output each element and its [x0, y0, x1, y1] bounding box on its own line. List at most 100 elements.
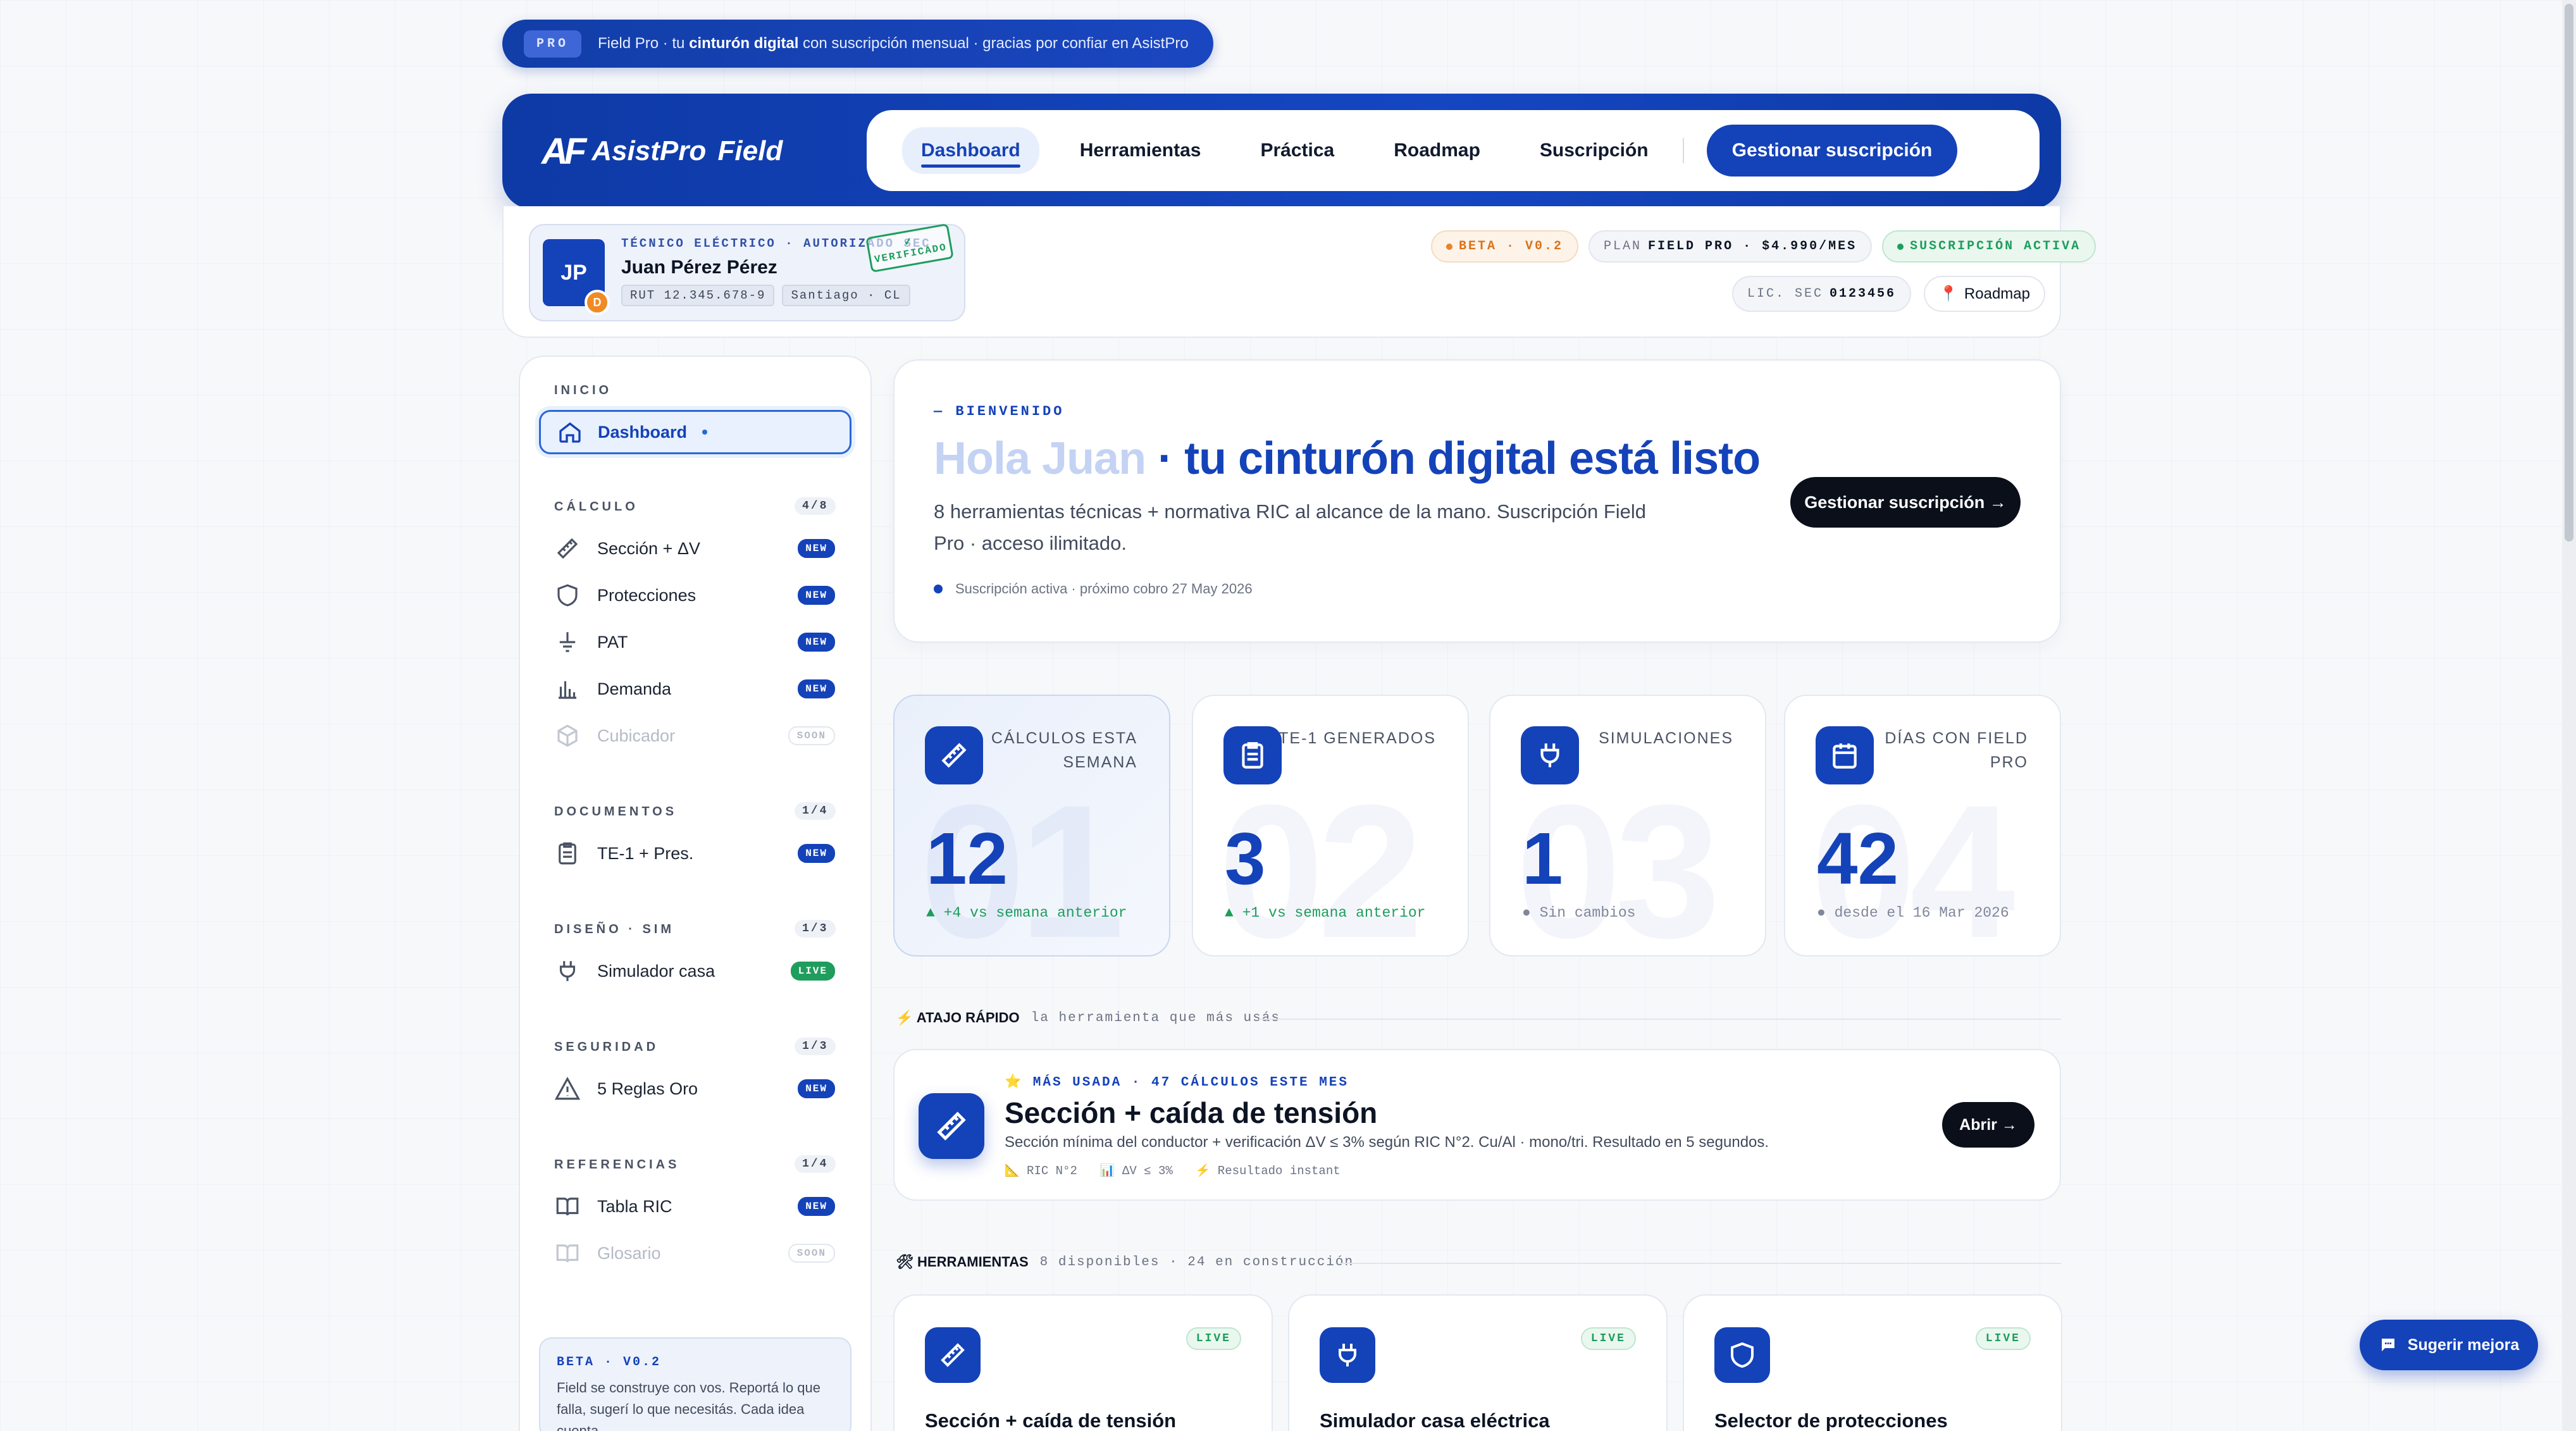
stat-value: 42 — [1817, 817, 1899, 900]
quick-description: Sección mínima del conductor + verificac… — [1005, 1134, 1769, 1151]
sidebar-section-diseno: DISEÑO · SIM — [554, 922, 675, 936]
tool-card-protecciones[interactable]: LIVE Selector de protecciones — [1683, 1294, 2062, 1431]
subscription-dot — [1897, 243, 1904, 250]
status-dot — [934, 585, 943, 593]
section-count: 4/8 — [795, 497, 836, 515]
scrollbar-thumb[interactable] — [2565, 4, 2573, 542]
user-name: Juan Pérez Pérez — [621, 257, 777, 278]
clipboard-icon — [559, 842, 576, 865]
sidebar-item-simulador[interactable]: Simulador casa LIVE — [554, 958, 835, 984]
calendar-icon — [1816, 726, 1874, 784]
nav-practica[interactable]: Práctica — [1241, 127, 1353, 174]
sidebar-item-label: Sección + ΔV — [597, 538, 700, 558]
sidebar-item-glosario: Glosario SOON — [554, 1240, 835, 1267]
tool-card-seccion[interactable]: LIVE Sección + caída de tensión — [893, 1294, 1273, 1431]
nav-roadmap[interactable]: Roadmap — [1375, 127, 1499, 174]
sidebar-item-te1[interactable]: TE-1 + Pres. NEW — [554, 840, 835, 867]
plug-icon — [1521, 726, 1579, 784]
sidebar-item-pat[interactable]: PAT NEW — [554, 629, 835, 655]
sidebar-item-label: Demanda — [597, 679, 672, 698]
new-badge: NEW — [798, 539, 835, 558]
nav-herramientas[interactable]: Herramientas — [1061, 127, 1220, 174]
shield-icon — [557, 584, 578, 607]
quick-head-title: ⚡ ATAJO RÁPIDO — [896, 1010, 1020, 1025]
home-icon — [559, 422, 581, 443]
new-badge: NEW — [798, 586, 835, 605]
hero-title: Hola Juan · tu cinturón digital está lis… — [934, 433, 1761, 484]
new-badge: NEW — [798, 1197, 835, 1216]
quick-head-sub: la herramienta que más usás — [1031, 1010, 1280, 1025]
sidebar-item-dashboard[interactable]: Dashboard — [539, 410, 851, 454]
tool-name: Simulador casa eléctrica — [1320, 1409, 1550, 1431]
brand-logo[interactable]: AF AsistPro Field — [542, 129, 783, 173]
stat-card-te1: 02 TE-1 GENERADOS 3 ▲ +1 vs semana anter… — [1192, 695, 1469, 957]
soon-badge: SOON — [788, 1244, 835, 1263]
beta-dot — [1446, 243, 1452, 250]
sidebar-item-label: Glosario — [597, 1243, 661, 1263]
sidebar-section-documentos: DOCUMENTOS — [554, 805, 678, 819]
sidebar-section-inicio: INICIO — [554, 383, 612, 397]
stat-card-calculos: 01 CÁLCULOS ESTA SEMANA 12 ▲ +4 vs seman… — [893, 695, 1170, 957]
plan-pill: PLAN FIELD PRO · $4.990/MES — [1588, 230, 1873, 263]
soon-badge: SOON — [788, 726, 835, 745]
book-icon — [556, 1198, 579, 1216]
nav-dashboard[interactable]: Dashboard — [902, 127, 1039, 174]
active-dot — [702, 430, 708, 435]
beta-title: BETA · V0.2 — [557, 1355, 662, 1370]
user-chips: RUT 12.345.678-9 Santiago · CL — [621, 285, 910, 306]
sidebar-item-label: Simulador casa — [597, 961, 715, 981]
tools-head-title: 🛠 HERRAMIENTAS — [896, 1254, 1029, 1270]
plug-icon — [559, 961, 576, 981]
stat-card-simulaciones: 03 SIMULACIONES 1 ● Sin cambios — [1489, 695, 1766, 957]
beta-text: Field se construye con vos. Reportá lo q… — [557, 1380, 821, 1431]
live-badge: LIVE — [1975, 1327, 2031, 1350]
quick-title: Sección + caída de tensión — [1005, 1096, 1378, 1129]
sidebar-item-demanda[interactable]: Demanda NEW — [554, 676, 835, 702]
roadmap-button[interactable]: 📍 Roadmap — [1924, 276, 2045, 312]
open-tool-button[interactable]: Abrir → — [1942, 1102, 2034, 1148]
sidebar-item-label: Protecciones — [597, 585, 697, 605]
status-row-2: LIC. SEC 0123456 📍 Roadmap — [1732, 276, 2045, 312]
sidebar-item-seccion[interactable]: Sección + ΔV NEW — [554, 535, 835, 562]
section-count: 1/4 — [795, 802, 836, 820]
quick-tag: 📊 ΔV ≤ 3% — [1099, 1164, 1173, 1178]
chat-icon — [2381, 1339, 2394, 1351]
book-icon — [556, 1244, 579, 1263]
sidebar-item-label: Tabla RIC — [597, 1196, 672, 1216]
sidebar-section-referencias: REFERENCIAS — [554, 1158, 680, 1172]
new-badge: NEW — [798, 1079, 835, 1098]
stat-value: 12 — [926, 817, 1008, 900]
quick-kicker: ⭐ MÁS USADA · 47 CÁLCULOS ESTE MES — [1005, 1075, 1349, 1090]
sidebar-item-tabla-ric[interactable]: Tabla RIC NEW — [554, 1193, 835, 1220]
ruler-icon — [925, 1327, 981, 1383]
tools-section-heading: 🛠 HERRAMIENTAS 8 disponibles · 24 en con… — [896, 1254, 1354, 1270]
section-count: 1/4 — [795, 1155, 836, 1173]
hero-manage-subscription-button[interactable]: Gestionar suscripción → — [1790, 477, 2021, 528]
tool-name: Sección + caída de tensión — [925, 1409, 1177, 1431]
sidebar — [519, 356, 872, 1431]
clipboard-icon — [1223, 726, 1282, 784]
manage-subscription-button[interactable]: Gestionar suscripción — [1706, 125, 1958, 177]
sidebar-item-label: TE-1 + Pres. — [597, 843, 694, 863]
nav-suscripcion[interactable]: Suscripción — [1521, 127, 1668, 174]
stat-delta: ● desde el 16 Mar 2026 — [1817, 905, 2009, 921]
live-badge: LIVE — [1580, 1327, 1636, 1350]
tool-name: Selector de protecciones — [1714, 1409, 1948, 1431]
suggest-improvement-button[interactable]: Sugerir mejora — [2360, 1320, 2538, 1370]
new-badge: NEW — [798, 679, 835, 698]
new-badge: NEW — [798, 844, 835, 863]
section-divider — [1340, 1263, 2061, 1264]
status-pills: BETA · V0.2 PLAN FIELD PRO · $4.990/MES S… — [1431, 230, 2096, 263]
tool-card-simulador[interactable]: LIVE Simulador casa eléctrica — [1288, 1294, 1668, 1431]
sidebar-item-cubicador: Cubicador SOON — [554, 722, 835, 749]
sidebar-item-reglas[interactable]: 5 Reglas Oro NEW — [554, 1075, 835, 1102]
stat-value: 1 — [1522, 817, 1563, 900]
stat-label: TE-1 GENERADOS — [1279, 729, 1436, 747]
sidebar-item-protecciones[interactable]: Protecciones NEW — [554, 582, 835, 609]
hero-status: Suscripción activa · próximo cobro 27 Ma… — [934, 581, 1253, 597]
quick-tag: 📐 RIC N°2 — [1005, 1164, 1077, 1178]
pro-tag: PRO — [524, 30, 582, 58]
license-pill: LIC. SEC 0123456 — [1732, 276, 1912, 312]
main-nav: Dashboard Herramientas Práctica Roadmap … — [867, 110, 2040, 191]
quick-section-heading: ⚡ ATAJO RÁPIDO la herramienta que más us… — [896, 1010, 1280, 1026]
